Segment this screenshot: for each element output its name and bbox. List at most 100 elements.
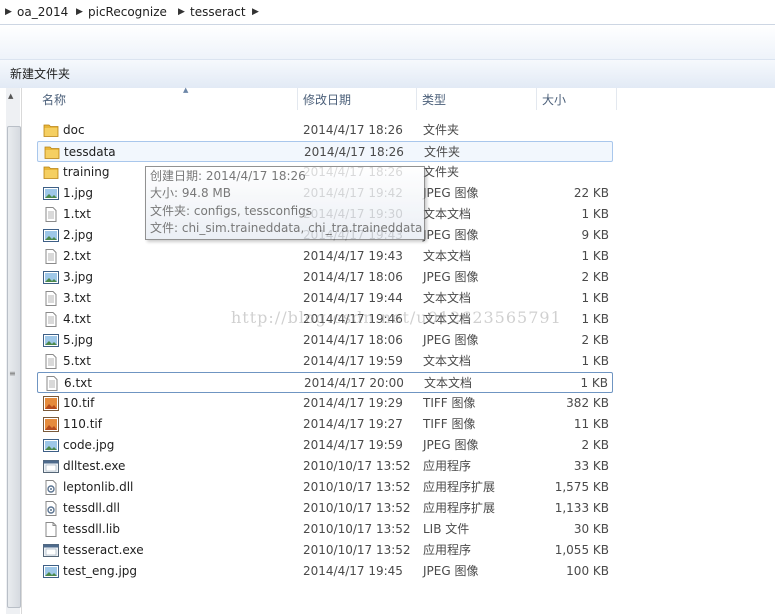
tiff-image-icon <box>43 396 59 411</box>
file-name: 1.jpg <box>63 186 94 200</box>
file-row[interactable]: 6.txt 2014/4/17 20:00 文本文档 1 KB <box>37 372 613 393</box>
file-row[interactable]: 3.txt 2014/4/17 19:44 文本文档 1 KB <box>37 288 613 309</box>
blank-file-icon <box>43 522 59 537</box>
file-type: 文件夹 <box>423 123 460 137</box>
navigation-pane: ▲ ≡ <box>0 88 22 614</box>
text-file-icon <box>43 354 59 369</box>
file-modified-date: 2014/4/17 19:29 <box>303 396 403 410</box>
image-icon <box>43 270 59 285</box>
file-size: 1 KB <box>581 312 609 326</box>
new-folder-button[interactable]: 新建文件夹 <box>10 65 70 83</box>
file-row[interactable]: 2.txt 2014/4/17 19:43 文本文档 1 KB <box>37 246 613 267</box>
column-divider[interactable] <box>536 88 537 110</box>
file-row[interactable]: 110.tif 2014/4/17 19:27 TIFF 图像 11 KB <box>37 414 613 435</box>
file-name: 4.txt <box>63 312 91 326</box>
file-row[interactable]: tessdll.lib 2010/10/17 13:52 LIB 文件 30 KB <box>37 519 613 540</box>
file-type: 应用程序 <box>423 543 472 557</box>
tooltip-created: 创建日期: 2014/4/17 18:26 <box>150 169 306 183</box>
file-name: tessdll.dll <box>63 501 120 515</box>
application-icon <box>43 543 59 558</box>
text-file-icon <box>43 249 59 264</box>
breadcrumb-tesseract[interactable]: tesseract <box>190 4 246 20</box>
file-modified-date: 2014/4/17 18:26 <box>304 145 404 159</box>
file-row[interactable]: doc 2014/4/17 18:26 文件夹 <box>37 120 613 141</box>
breadcrumb-picrecognize[interactable]: picRecognize <box>88 4 167 20</box>
file-modified-date: 2014/4/17 19:43 <box>303 249 403 263</box>
file-row[interactable]: tessdata 2014/4/17 18:26 文件夹 <box>37 141 613 162</box>
file-type: 应用程序扩展 <box>423 480 496 494</box>
file-type: 文本文档 <box>423 249 472 263</box>
file-row[interactable]: dlltest.exe 2010/10/17 13:52 应用程序 33 KB <box>37 456 613 477</box>
file-modified-date: 2014/4/17 19:44 <box>303 291 403 305</box>
file-name: 2.jpg <box>63 228 94 242</box>
scroll-up-arrow-icon[interactable]: ▲ <box>8 92 13 100</box>
chevron-right-icon[interactable]: ▶ <box>5 4 12 20</box>
column-header-type[interactable]: 类型 <box>422 88 446 112</box>
column-divider[interactable] <box>297 88 298 110</box>
file-size: 382 KB <box>566 396 609 410</box>
file-type: JPEG 图像 <box>423 228 479 242</box>
file-row[interactable]: test_eng.jpg 2014/4/17 19:45 JPEG 图像 100 KB <box>37 561 613 582</box>
chevron-right-icon[interactable]: ▶ <box>178 4 185 20</box>
file-size: 1 KB <box>581 249 609 263</box>
header-band <box>0 25 775 59</box>
file-size: 100 KB <box>566 564 609 578</box>
column-header-name[interactable]: 名称 <box>42 88 66 112</box>
file-name: tessdll.lib <box>63 522 120 536</box>
file-size: 2 KB <box>581 270 609 284</box>
breadcrumb-oa-2014[interactable]: oa_2014 <box>17 4 68 20</box>
tooltip-files: 文件: chi_sim.traineddata, chi_tra.trained… <box>150 221 422 235</box>
file-row[interactable]: 3.jpg 2014/4/17 18:06 JPEG 图像 2 KB <box>37 267 613 288</box>
file-name: tessdata <box>64 145 116 159</box>
file-type: 文件夹 <box>423 165 460 179</box>
file-size: 2 KB <box>581 333 609 347</box>
folder-icon <box>43 123 59 138</box>
file-name: dlltest.exe <box>63 459 126 473</box>
file-size: 1,575 KB <box>554 480 609 494</box>
file-row[interactable]: tesseract.exe 2010/10/17 13:52 应用程序 1,055 K… <box>37 540 613 561</box>
file-modified-date: 2014/4/17 19:45 <box>303 564 403 578</box>
file-modified-date: 2014/4/17 18:06 <box>303 333 403 347</box>
dll-icon <box>43 480 59 495</box>
image-icon <box>43 333 59 348</box>
folder-icon <box>44 145 60 160</box>
file-modified-date: 2010/10/17 13:52 <box>303 522 411 536</box>
file-row[interactable]: leptonlib.dll 2010/10/17 13:52 应用程序扩展 1,575… <box>37 477 613 498</box>
file-size: 30 KB <box>573 522 609 536</box>
file-row[interactable]: 5.txt 2014/4/17 19:59 文本文档 1 KB <box>37 351 613 372</box>
file-row[interactable]: 10.tif 2014/4/17 19:29 TIFF 图像 382 KB <box>37 393 613 414</box>
file-size: 1,055 KB <box>554 543 609 557</box>
file-modified-date: 2014/4/17 19:59 <box>303 354 403 368</box>
file-type: 文本文档 <box>424 376 473 390</box>
file-name: tesseract.exe <box>63 543 144 557</box>
column-header-date[interactable]: 修改日期 <box>303 88 351 112</box>
file-modified-date: 2010/10/17 13:52 <box>303 543 411 557</box>
file-row[interactable]: 5.jpg 2014/4/17 18:06 JPEG 图像 2 KB <box>37 330 613 351</box>
file-modified-date: 2014/4/17 20:00 <box>304 376 404 390</box>
file-type: 应用程序 <box>423 459 472 473</box>
chevron-right-icon[interactable]: ▶ <box>76 4 83 20</box>
file-modified-date: 2014/4/17 18:06 <box>303 270 403 284</box>
folder-icon <box>43 165 59 180</box>
image-icon <box>43 564 59 579</box>
file-row[interactable]: code.jpg 2014/4/17 19:59 JPEG 图像 2 KB <box>37 435 613 456</box>
address-bar[interactable]: ▶ oa_2014 ▶ picRecognize ▶ tesseract ▶ <box>0 0 775 25</box>
column-divider[interactable] <box>616 88 617 110</box>
text-file-icon <box>43 207 59 222</box>
file-size: 2 KB <box>581 438 609 452</box>
column-header-size[interactable]: 大小 <box>542 88 566 112</box>
file-name: 5.txt <box>63 354 91 368</box>
file-name: 3.txt <box>63 291 91 305</box>
file-size: 1 KB <box>580 376 608 390</box>
file-row[interactable]: tessdll.dll 2010/10/17 13:52 应用程序扩展 1,133 K… <box>37 498 613 519</box>
file-type: TIFF 图像 <box>423 417 476 431</box>
file-type: TIFF 图像 <box>423 396 476 410</box>
column-divider[interactable] <box>416 88 417 110</box>
file-type: LIB 文件 <box>423 522 470 536</box>
watermark: http://blog.csdn.net/u012623565791 <box>231 308 562 327</box>
scrollbar-thumb[interactable] <box>7 126 21 608</box>
file-size: 1 KB <box>581 354 609 368</box>
file-size: 1 KB <box>581 291 609 305</box>
folder-info-tooltip: 创建日期: 2014/4/17 18:26 大小: 94.8 MB 文件夹: c… <box>145 166 425 240</box>
chevron-right-icon[interactable]: ▶ <box>252 4 259 20</box>
